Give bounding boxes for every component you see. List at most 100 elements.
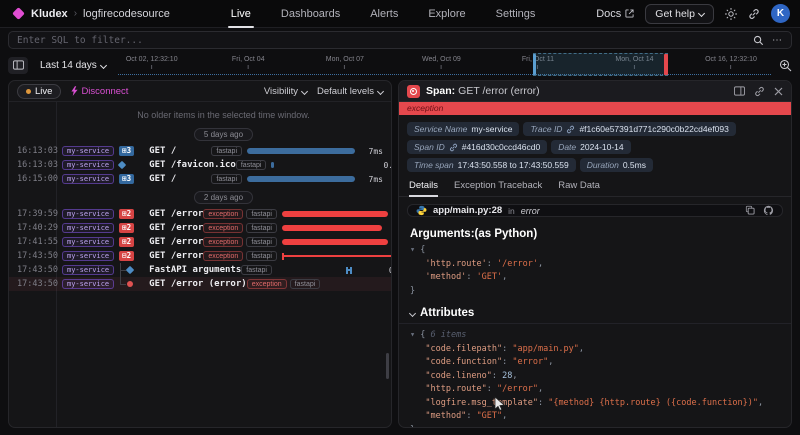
close-panel-button[interactable]	[774, 87, 783, 96]
row-timestamp: 17:43:50	[9, 265, 56, 275]
span-line-cap	[346, 267, 348, 274]
trace-row[interactable]: 17:43:50my-serviceGET /error (error)exce…	[9, 277, 391, 291]
visibility-label: Visibility	[264, 86, 298, 97]
trace-row[interactable]: 16:15:00my-service⊞3GET /fastapi7ms	[9, 172, 391, 186]
tab-dashboards[interactable]: Dashboards	[266, 0, 355, 28]
code-location-bar[interactable]: app/main.py:28 in error	[407, 204, 783, 217]
chevron-down-icon	[698, 10, 705, 17]
fastapi-tag: fastapi	[246, 209, 277, 219]
theme-toggle-button[interactable]	[725, 8, 737, 20]
service-pill: my-service	[62, 265, 114, 275]
zoom-in-button[interactable]	[779, 59, 792, 72]
meta-badge: Service Namemy-service	[407, 122, 519, 136]
span-count-badge[interactable]: ⊞2	[119, 237, 134, 247]
selection-start-handle[interactable]	[533, 54, 536, 75]
meta-badge-value: my-service	[471, 124, 512, 134]
span-count-badge[interactable]: ⊞2	[119, 209, 134, 219]
share-link-button[interactable]	[748, 8, 760, 20]
timeline-tick: Oct 16, 12:32:10	[705, 56, 757, 69]
top-bar: Kludex › logfirecodesource LiveDashboard…	[0, 0, 800, 28]
trace-row[interactable]: 17:43:50my-serviceFastAPI argumentsfasta…	[9, 263, 391, 277]
span-count-badge[interactable]: ⊞2	[119, 223, 134, 233]
meta-badge-label: Trace ID	[530, 124, 562, 134]
attributes-heading-row[interactable]: Attributes	[399, 307, 791, 324]
timeline-tick: Wed, Oct 09	[422, 56, 461, 69]
row-label: FastAPI arguments	[149, 265, 241, 275]
code-line: ▾ { 6 items	[410, 329, 780, 343]
arguments-heading: Arguments:	[410, 228, 475, 240]
filter-more-icon[interactable]: ⋯	[772, 35, 783, 46]
live-panel-header: Live Disconnect Visibility Default level…	[9, 81, 391, 102]
copy-id-button[interactable]	[449, 143, 458, 152]
service-pill: my-service	[62, 209, 114, 219]
meta-badge: Trace ID#f1c60e57391d771c290c0b22cd4ef09…	[523, 122, 735, 136]
span-meta-badges: Service Namemy-service Trace ID#f1c60e573…	[399, 115, 791, 176]
scrollbar-thumb[interactable]	[386, 353, 389, 379]
default-levels-dropdown[interactable]: Default levels	[317, 86, 383, 97]
tab-details[interactable]: Details	[409, 180, 438, 196]
empty-window-message: No older items in the selected time wind…	[9, 106, 391, 123]
toggle-sidebar-button[interactable]	[8, 57, 28, 74]
row-marker	[114, 158, 144, 172]
dock-panel-button[interactable]	[734, 86, 745, 96]
tab-explore[interactable]: Explore	[413, 0, 480, 28]
row-tags: exceptionfastapi	[203, 209, 277, 219]
meta-badge-label: Time span	[414, 160, 454, 170]
span-count-badge[interactable]: ⊞3	[119, 174, 134, 184]
span-title-text: GET /error (error)	[458, 85, 539, 97]
fastapi-tag: fastapi	[236, 160, 267, 170]
time-range-selector[interactable]: Last 14 days	[36, 60, 110, 71]
disconnect-button[interactable]: Disconnect	[71, 86, 128, 97]
tab-alerts[interactable]: Alerts	[355, 0, 413, 28]
sql-filter-input[interactable]	[17, 35, 745, 46]
time-divider: 2 days ago	[9, 186, 391, 207]
main-nav: LiveDashboardsAlertsExploreSettings	[216, 0, 551, 28]
python-icon	[416, 205, 427, 216]
breadcrumb-org[interactable]: Kludex	[31, 8, 68, 20]
span-count-badge[interactable]: ⊞3	[119, 146, 134, 156]
chevron-down-icon	[377, 87, 384, 94]
span-title: Span:GET /error (error)	[426, 85, 540, 97]
search-icon[interactable]	[753, 35, 764, 46]
selection-end-handle[interactable]	[664, 54, 668, 75]
exception-tag: exception	[203, 237, 243, 247]
tab-raw-data[interactable]: Raw Data	[558, 180, 600, 196]
logfire-logo-icon[interactable]	[12, 7, 25, 20]
meta-badge: Time span 17:43:50.558 to 17:43:50.559	[407, 158, 576, 172]
open-in-github-button[interactable]	[763, 205, 774, 216]
link-icon	[566, 125, 575, 134]
tab-settings[interactable]: Settings	[481, 0, 551, 28]
get-help-button[interactable]: Get help	[645, 4, 714, 24]
copy-id-button[interactable]	[566, 125, 575, 134]
code-line: }	[410, 424, 780, 429]
timeline-selection[interactable]	[533, 53, 669, 76]
trace-row[interactable]: 16:13:03my-serviceGET /favicon.icofastap…	[9, 158, 391, 172]
visibility-dropdown[interactable]: Visibility	[264, 86, 307, 97]
meta-badge-value: 17:43:50.558 to 17:43:50.559	[458, 160, 569, 170]
chevron-down-icon	[301, 87, 308, 94]
meta-badge-value: 2024-10-14	[580, 142, 623, 152]
timeline-tick: Oct 02, 12:32:10	[126, 56, 178, 69]
code-line: 'method': 'GET',	[410, 271, 780, 285]
timeline-track[interactable]: Oct 02, 12:32:10Fri, Oct 04Mon, Oct 07We…	[118, 52, 771, 78]
user-avatar[interactable]: K	[771, 4, 790, 23]
breadcrumb-project[interactable]: logfirecodesource	[83, 8, 170, 20]
span-count-badge[interactable]: ⊟2	[119, 251, 134, 261]
trace-row[interactable]: 16:13:03my-service⊞3GET /fastapi7ms	[9, 144, 391, 158]
docs-link[interactable]: Docs	[596, 8, 634, 20]
tab-live[interactable]: Live	[216, 0, 266, 28]
trace-row[interactable]: 17:43:50my-service⊟2GET /errorexceptionf…	[9, 249, 391, 263]
chevron-down-icon	[100, 61, 107, 68]
trace-row[interactable]: 17:39:59my-service⊞2GET /errorexceptionf…	[9, 207, 391, 221]
main-content: Live Disconnect Visibility Default level…	[0, 78, 800, 428]
row-timestamp: 16:13:03	[9, 160, 56, 170]
live-button[interactable]: Live	[17, 84, 61, 99]
copy-button[interactable]	[745, 205, 755, 216]
tab-exception-traceback[interactable]: Exception Traceback	[454, 180, 542, 196]
service-pill: my-service	[62, 223, 114, 233]
meta-badge-label: Date	[558, 142, 576, 152]
trace-row[interactable]: 17:41:55my-service⊞2GET /errorexceptionf…	[9, 235, 391, 249]
copy-link-button[interactable]	[754, 86, 765, 97]
trace-row[interactable]: 17:40:29my-service⊞2GET /errorexceptionf…	[9, 221, 391, 235]
tick-mark	[730, 65, 731, 69]
